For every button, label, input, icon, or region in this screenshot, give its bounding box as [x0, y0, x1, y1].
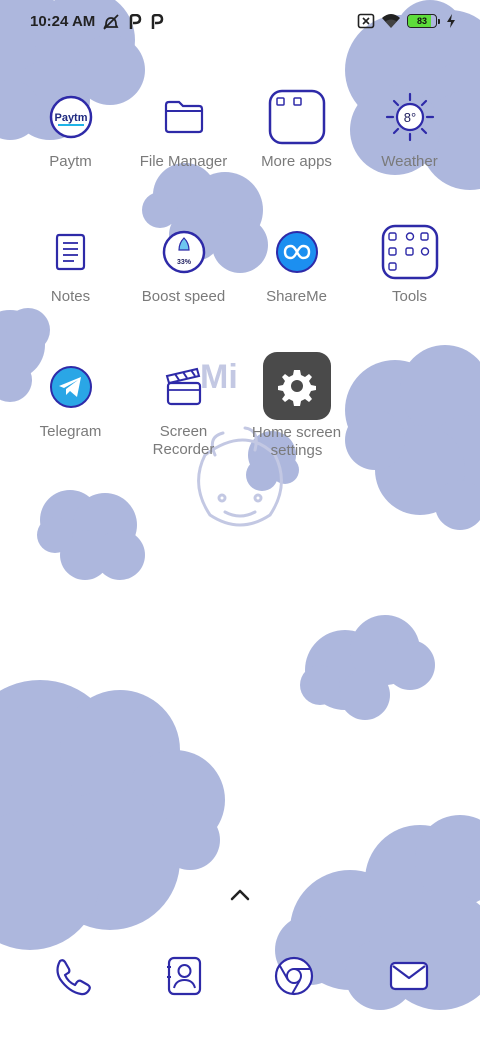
dock-phone[interactable]	[48, 953, 94, 999]
paper-plane-icon	[38, 354, 104, 420]
paytm-icon: Paytm	[38, 84, 104, 150]
battery-level: 83	[416, 16, 427, 26]
battery-tip	[438, 18, 440, 24]
app-label: Screen Recorder	[152, 423, 215, 458]
app-label: File Manager	[139, 153, 228, 170]
app-shareme[interactable]: ShareMe	[240, 219, 353, 306]
weather-temperature: 8°	[403, 110, 415, 125]
settings-tile-bg	[262, 352, 331, 420]
app-weather[interactable]: 8° Weather	[353, 84, 466, 171]
sim-off-icon	[357, 13, 375, 29]
boost-percent: 33%	[176, 259, 191, 266]
status-bar: 10:24 AM 83	[0, 0, 480, 44]
app-label: Boost speed	[141, 288, 226, 305]
app-label: Tools	[391, 288, 428, 305]
app-label: Home screen settings	[251, 424, 342, 459]
app-home-screen-settings[interactable]: Home screen settings	[240, 351, 353, 460]
contacts-icon	[167, 956, 202, 996]
sun-icon: 8°	[377, 84, 443, 150]
rocket-icon: 33%	[151, 219, 217, 285]
app-label: Weather	[381, 153, 438, 170]
app-label: Paytm	[49, 153, 92, 170]
chevron-up-icon[interactable]	[229, 887, 251, 903]
dock-browser[interactable]	[271, 953, 317, 999]
app-label: More apps	[261, 153, 332, 170]
cloud	[0, 680, 225, 950]
alarm-off-icon	[103, 14, 119, 30]
app-file-manager[interactable]: File Manager	[127, 84, 240, 171]
app-notes[interactable]: Notes	[14, 219, 127, 306]
browser-icon	[274, 956, 314, 996]
app-boost-speed[interactable]: 33% Boost speed	[127, 219, 240, 306]
app-folder-icon	[264, 84, 330, 150]
app-label: Telegram	[39, 423, 102, 440]
dock-messages[interactable]	[386, 953, 432, 999]
paytm-p-icon	[151, 14, 164, 29]
app-screen-recorder[interactable]: Screen Recorder	[127, 354, 240, 459]
notes-icon	[38, 219, 104, 285]
cloud	[300, 615, 435, 720]
app-paytm[interactable]: Paytm Paytm	[14, 84, 127, 171]
wifi-icon	[382, 14, 400, 28]
gear-icon	[277, 370, 316, 406]
phone-icon	[56, 959, 91, 996]
clapperboard-icon	[151, 354, 217, 420]
tools-folder-icon	[377, 219, 443, 285]
app-label: ShareMe	[266, 288, 327, 305]
folder-icon	[151, 84, 217, 150]
system-icons: 83	[357, 11, 456, 31]
infinity-icon	[264, 219, 330, 285]
app-more-apps[interactable]: More apps	[240, 84, 353, 171]
charging-icon	[447, 14, 455, 28]
paytm-p-icon	[129, 14, 142, 29]
paytm-logo-text: Paytm	[54, 112, 87, 124]
dock-contacts[interactable]	[161, 953, 207, 999]
app-telegram[interactable]: Telegram	[14, 354, 127, 441]
app-label: Notes	[50, 288, 91, 305]
cloud	[345, 345, 480, 530]
battery-icon: 83	[407, 14, 437, 28]
cloud	[37, 490, 145, 580]
notification-icons	[102, 12, 164, 32]
settings-tile	[262, 351, 332, 421]
mail-icon	[389, 961, 429, 991]
app-tools[interactable]: Tools	[353, 219, 466, 306]
status-time: 10:24 AM	[30, 13, 96, 30]
